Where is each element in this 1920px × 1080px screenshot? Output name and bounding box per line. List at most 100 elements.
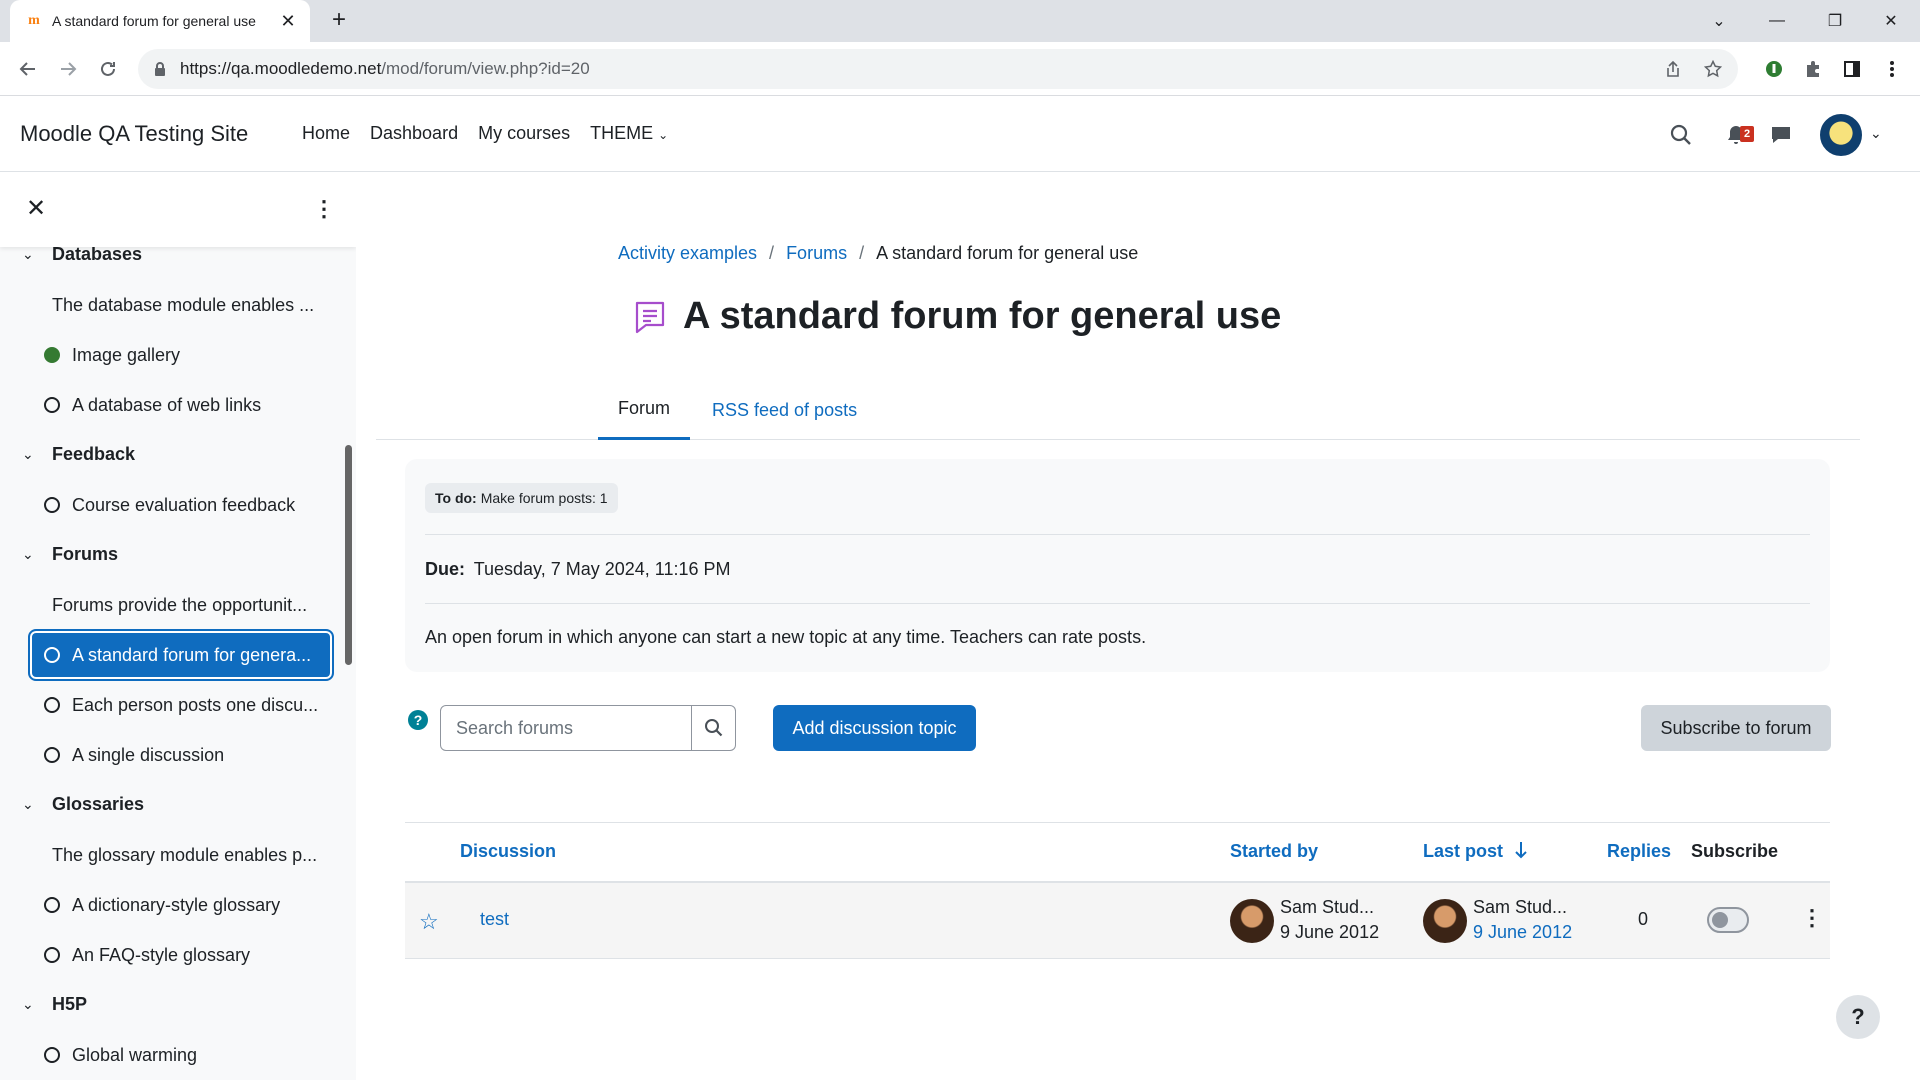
last-post-avatar[interactable] <box>1423 899 1467 943</box>
forum-intro: An open forum in which anyone can start … <box>425 627 1147 647</box>
course-section[interactable]: ⌄ Glossaries <box>0 781 340 827</box>
tab-rss-feed[interactable]: RSS feed of posts <box>692 380 877 440</box>
add-discussion-topic-button[interactable]: Add discussion topic <box>773 705 976 751</box>
messages-icon[interactable] <box>1770 115 1792 155</box>
course-section[interactable]: ⌄ H5P <box>0 981 340 1027</box>
restore-button[interactable]: ❐ <box>1806 0 1864 42</box>
course-activity-item[interactable]: A dictionary-style glossary <box>30 881 332 929</box>
nav-home[interactable]: Home <box>302 123 350 144</box>
course-activity-item[interactable]: A single discussion <box>30 731 332 779</box>
last-post-author[interactable]: Sam Stud... <box>1473 897 1567 918</box>
item-label: A standard forum for genera... <box>72 644 312 665</box>
moodle-favicon-icon: m <box>28 13 40 28</box>
course-activity-item[interactable]: A database of web links <box>30 381 332 429</box>
replies-count: 0 <box>1638 909 1649 929</box>
address-bar[interactable]: https://qa.moodledemo.net/mod/forum/view… <box>138 49 1738 89</box>
side-panel-icon[interactable] <box>1838 55 1866 83</box>
subscribe-toggle[interactable] <box>1707 907 1749 933</box>
user-menu-chevron-icon[interactable]: ⌄ <box>1870 125 1882 142</box>
extension-shield-icon[interactable] <box>1760 55 1788 83</box>
drawer-options-icon[interactable]: ⋮ <box>312 195 336 223</box>
item-label: The glossary module enables p... <box>52 844 318 865</box>
tab-search-icon[interactable]: ⌄ <box>1690 0 1748 42</box>
close-drawer-icon[interactable]: ✕ <box>22 195 50 223</box>
course-section[interactable]: ⌄ Feedback <box>0 431 340 477</box>
item-label: An FAQ-style glossary <box>72 944 251 965</box>
course-activity-item[interactable]: Image gallery <box>30 331 332 379</box>
breadcrumb-activity-examples[interactable]: Activity examples <box>618 243 757 264</box>
chevron-down-icon[interactable]: ⌄ <box>22 996 40 1013</box>
section-description[interactable]: The glossary module enables p... <box>30 831 332 879</box>
item-label: Image gallery <box>72 344 181 365</box>
tab-forum[interactable]: Forum <box>598 380 691 440</box>
search-help-icon[interactable]: ? <box>408 710 428 730</box>
search-submit-button[interactable] <box>692 705 736 751</box>
search-icon[interactable] <box>1670 115 1692 155</box>
share-icon[interactable] <box>1658 49 1688 89</box>
course-activity-item[interactable]: Each person posts one discu... <box>30 681 332 729</box>
browser-tab-active[interactable]: m A standard forum for general use ✕ <box>10 0 310 42</box>
bookmark-star-icon[interactable] <box>1698 49 1728 89</box>
section-description[interactable]: Forums provide the opportunit... <box>30 581 332 629</box>
divider <box>425 603 1810 604</box>
forward-button[interactable] <box>54 55 82 83</box>
close-window-button[interactable]: ✕ <box>1862 0 1920 42</box>
course-section[interactable]: ⌄ Forums <box>0 531 340 577</box>
nav-dashboard[interactable]: Dashboard <box>370 123 458 144</box>
section-description[interactable]: The database module enables ... <box>30 281 332 329</box>
started-by-avatar[interactable] <box>1230 899 1274 943</box>
reload-icon <box>101 61 115 76</box>
drawer-header: ✕ ⋮ <box>0 173 356 247</box>
header-subscribe: Subscribe <box>1691 841 1779 861</box>
header-last-post[interactable]: Last post <box>1423 841 1528 862</box>
item-label: A database of web links <box>72 394 262 415</box>
site-navbar: Moodle QA Testing Site Home Dashboard My… <box>0 97 1920 172</box>
item-label: A single discussion <box>72 744 225 765</box>
new-tab-button[interactable]: + <box>326 8 352 34</box>
chevron-down-icon[interactable]: ⌄ <box>22 246 40 263</box>
course-activity-item[interactable]: Global warming <box>30 1031 332 1079</box>
completion-circle-icon <box>44 697 60 713</box>
chevron-down-icon[interactable]: ⌄ <box>22 546 40 563</box>
started-by-date: 9 June 2012 <box>1280 922 1380 942</box>
header-discussion[interactable]: Discussion <box>460 841 556 862</box>
drawer-scrollbar[interactable] <box>345 445 352 665</box>
nav-theme[interactable]: THEME ⌄ <box>590 123 668 144</box>
chevron-down-icon[interactable]: ⌄ <box>22 446 40 463</box>
discussion-link[interactable]: test <box>480 909 509 930</box>
user-avatar[interactable] <box>1820 114 1862 156</box>
minimize-button[interactable]: — <box>1748 0 1806 42</box>
table-row: ☆ test Sam Stud... 9 June 2012 Sam Stud.… <box>405 883 1830 959</box>
completion-circle-icon <box>44 397 60 413</box>
course-activity-item[interactable]: An FAQ-style glossary <box>30 931 332 979</box>
browser-menu-icon[interactable] <box>1878 55 1906 83</box>
due-value: Tuesday, 7 May 2024, 11:16 PM <box>473 559 731 579</box>
search-forums-input[interactable] <box>440 705 692 751</box>
star-discussion-icon[interactable]: ☆ <box>419 909 439 935</box>
chevron-down-icon[interactable]: ⌄ <box>22 796 40 813</box>
subscribe-to-forum-button[interactable]: Subscribe to forum <box>1641 705 1831 751</box>
reload-button[interactable] <box>94 55 122 83</box>
browser-tabbar: m A standard forum for general use ✕ + ⌄… <box>0 0 1920 42</box>
arrow-left-icon <box>19 62 35 76</box>
notification-badge: 2 <box>1740 126 1754 142</box>
forum-icon <box>635 301 665 334</box>
help-footer-button[interactable]: ? <box>1836 995 1880 1039</box>
extensions-puzzle-icon[interactable] <box>1799 55 1827 83</box>
close-tab-icon[interactable]: ✕ <box>278 11 298 32</box>
browser-tab-title: A standard forum for general use <box>52 13 256 29</box>
discussion-actions-icon[interactable]: ⋮ <box>1801 905 1823 931</box>
header-started-by[interactable]: Started by <box>1230 841 1318 862</box>
notifications-button[interactable]: 2 <box>1726 115 1754 155</box>
course-activity-item[interactable]: A standard forum for genera... <box>28 629 334 681</box>
course-activity-item[interactable]: Course evaluation feedback <box>30 481 332 529</box>
started-by-name[interactable]: Sam Stud... <box>1280 897 1374 918</box>
nav-my-courses[interactable]: My courses <box>478 123 570 144</box>
header-replies[interactable]: Replies <box>1607 841 1671 862</box>
last-post-date-link[interactable]: 9 June 2012 <box>1473 922 1572 943</box>
site-name[interactable]: Moodle QA Testing Site <box>20 121 248 147</box>
url-text: https://qa.moodledemo.net/mod/forum/view… <box>180 59 590 79</box>
back-button[interactable] <box>14 55 42 83</box>
breadcrumb-forums[interactable]: Forums <box>786 243 847 264</box>
page-title: A standard forum for general use <box>683 295 1282 337</box>
